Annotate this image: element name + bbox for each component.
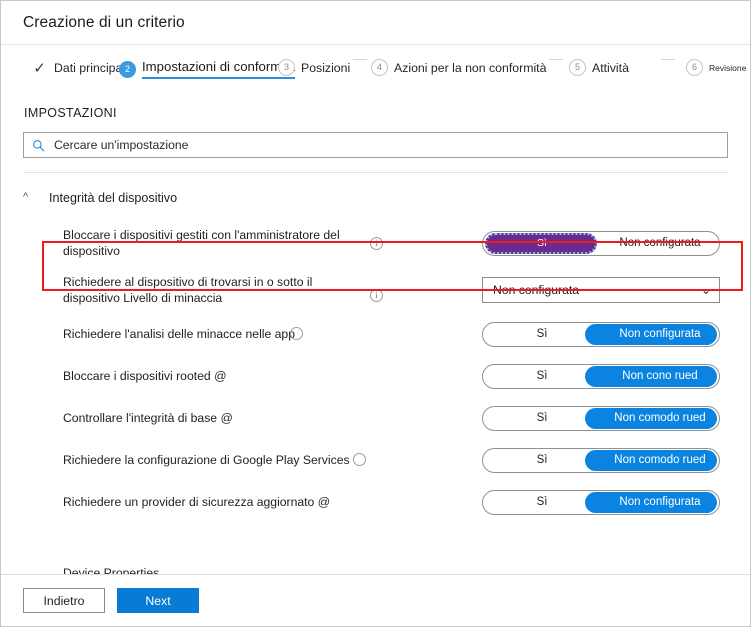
setting-row-safetynet-basic: Controllare l'integrità di base @ Sì Non… [23,397,728,439]
clipped-group-title: Device Properties [63,566,159,574]
settings-caption: IMPOSTAZIONI [24,106,728,120]
setting-toggle-security-provider[interactable]: Sì Non configurata [482,490,720,515]
wizard-stepper: ✓ Dati principali 2 Impostazioni di conf… [1,45,750,100]
wizard-step-6-label: Revisione [709,63,746,73]
info-at-icon[interactable]: @ [318,495,330,509]
wizard-step-4-label: Azioni per la non conformità [394,61,546,75]
wizard-step-2-label: Impostazioni di conformità [142,59,295,79]
toggle-option-not-configured[interactable]: Non configurata [601,232,719,255]
toggle-option-yes[interactable]: Sì [483,232,601,255]
toggle-option-not-configured[interactable]: Non configurata [601,491,719,514]
toggle-option-not-configured[interactable]: Non comodo rued [601,449,719,472]
toggle-option-yes[interactable]: Sì [483,407,601,430]
dialog-footer: Indietro Next [1,574,750,626]
dropdown-value: Non configurata [493,283,579,297]
settings-pane: IMPOSTAZIONI ^ Integrità del dispositivo… [1,106,750,523]
wizard-step-3-label: Posizioni [301,61,350,75]
next-button[interactable]: Next [117,588,199,613]
stepper-separator [661,59,675,60]
setting-label: Richiedere l'analisi delle minacce nelle… [63,326,363,342]
toggle-option-not-configured[interactable]: Non cono rued [601,365,719,388]
step-number-4-icon: 4 [371,59,388,76]
group-title: Integrità del dispositivo [49,191,177,205]
wizard-step-5[interactable]: 5 Attività [569,59,629,76]
toggle-option-not-configured[interactable]: Non configurata [601,323,719,346]
toggle-option-yes[interactable]: Sì [483,365,601,388]
stepper-separator [549,59,563,60]
toggle-option-yes[interactable]: Sì [483,323,601,346]
info-at-icon[interactable]: @ [214,369,226,383]
chevron-down-icon[interactable]: ⌄ [701,283,711,297]
setting-label: Controllare l'integrità di base @ [63,410,363,426]
step-number-3-icon: 3 [278,59,295,76]
setting-label: Bloccare i dispositivi rooted @ [63,368,363,384]
policy-creation-dialog: Creazione di un criterio ✓ Dati principa… [0,0,751,627]
info-circle-icon[interactable] [353,453,366,466]
search-input[interactable] [45,137,727,153]
page-title: Creazione di un criterio [23,14,185,32]
setting-toggle-safetynet-basic[interactable]: Sì Non comodo rued [482,406,720,431]
settings-search[interactable] [23,132,728,158]
toggle-option-not-configured[interactable]: Non comodo rued [601,407,719,430]
check-icon: ✓ [31,59,48,76]
info-at-icon[interactable]: @ [220,411,232,425]
toggle-option-yes[interactable]: Sì [483,449,601,472]
setting-label: Bloccare i dispositivi gestiti con l'amm… [63,227,363,259]
setting-toggle-app-threat-scan[interactable]: Sì Non configurata [482,322,720,347]
search-icon [32,139,45,152]
back-button[interactable]: Indietro [23,588,105,613]
setting-row-block-rooted: Bloccare i dispositivi rooted @ Sì Non c… [23,355,728,397]
toggle-option-yes[interactable]: Sì [483,491,601,514]
wizard-step-5-label: Attività [592,61,629,75]
step-number-5-icon: 5 [569,59,586,76]
wizard-step-3[interactable]: 3 Posizioni [278,59,350,76]
setting-row-google-play-services: Richiedere la configurazione di Google P… [23,439,728,481]
setting-row-security-provider: Richiedere un provider di sicurezza aggi… [23,481,728,523]
content-divider [23,172,728,173]
setting-label: Richiedere al dispositivo di trovarsi in… [63,274,363,306]
settings-rows: Bloccare i dispositivi gestiti con l'amm… [23,219,728,523]
setting-row-app-threat-scan: Richiedere l'analisi delle minacce nelle… [23,313,728,355]
setting-row-block-device-admin: Bloccare i dispositivi gestiti con l'amm… [23,219,728,267]
step-number-2-icon: 2 [119,61,136,78]
setting-toggle-google-play-services[interactable]: Sì Non comodo rued [482,448,720,473]
setting-label-text: Bloccare i dispositivi rooted [63,369,211,383]
wizard-step-4[interactable]: 4 Azioni per la non conformità [371,59,546,76]
wizard-step-6[interactable]: 6 Revisione [686,59,746,76]
info-circle-icon[interactable]: i [370,237,383,250]
wizard-step-2[interactable]: 2 Impostazioni di conformità [119,59,295,79]
info-circle-icon[interactable]: i [370,289,383,302]
stepper-separator [353,59,367,60]
setting-label-text: Controllare l'integrità di base [63,411,217,425]
setting-label: Richiedere la configurazione di Google P… [63,452,363,468]
setting-toggle-block-rooted[interactable]: Sì Non cono rued [482,364,720,389]
setting-label-text: Richiedere un provider di sicurezza aggi… [63,495,314,509]
info-circle-icon[interactable] [290,327,303,340]
wizard-step-1[interactable]: ✓ Dati principali [31,59,128,76]
dialog-titlebar: Creazione di un criterio [1,1,750,45]
chevron-up-icon[interactable]: ^ [23,191,39,203]
setting-label: Richiedere un provider di sicurezza aggi… [63,494,363,510]
setting-toggle-block-device-admin[interactable]: Sì Non configurata [482,231,720,256]
setting-dropdown-threat-level[interactable]: Non configurata ⌄ [482,277,720,303]
setting-row-threat-level: Richiedere al dispositivo di trovarsi in… [23,267,728,313]
wizard-step-1-label: Dati principali [54,61,128,75]
step-number-6-icon: 6 [686,59,703,76]
group-header-device-health[interactable]: ^ Integrità del dispositivo [23,183,728,213]
